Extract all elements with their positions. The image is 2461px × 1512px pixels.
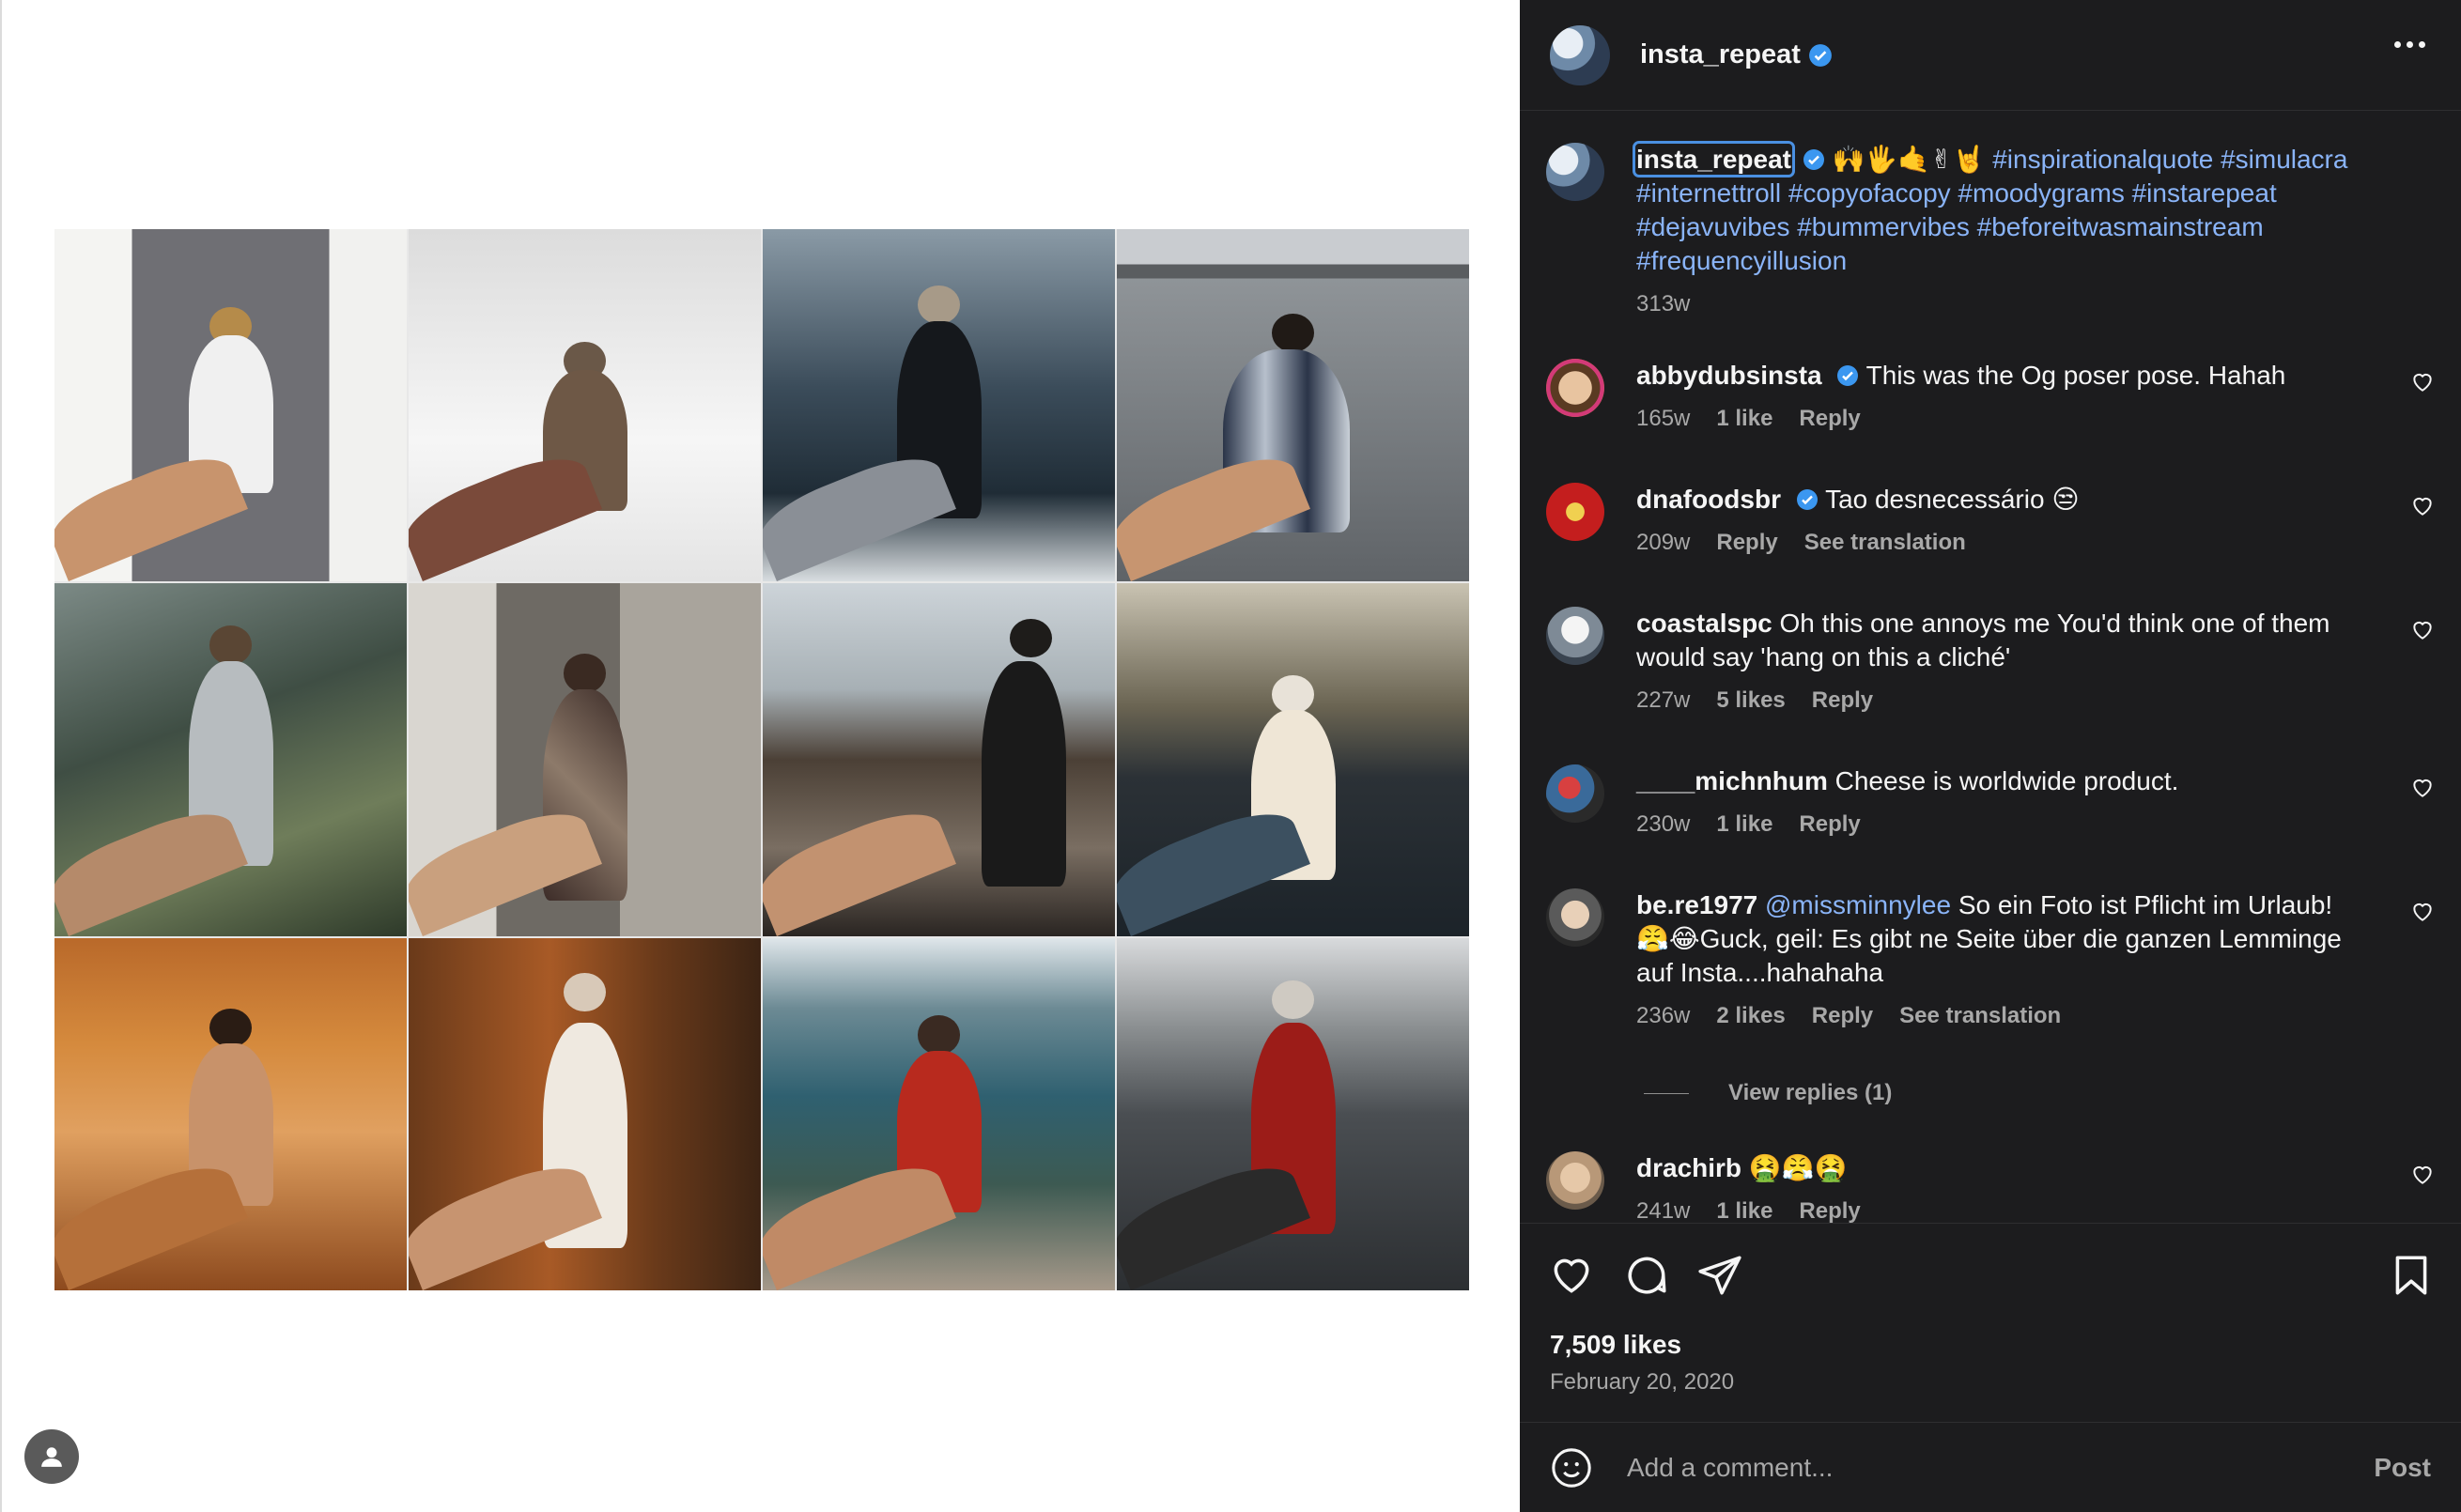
comment-time: 165w xyxy=(1636,406,1691,431)
author-avatar[interactable] xyxy=(1546,143,1604,201)
photo-tile xyxy=(409,937,761,1290)
photo-tile xyxy=(763,229,1115,582)
photo-tile xyxy=(763,937,1115,1290)
comment-likes[interactable]: 1 like xyxy=(1716,808,1772,841)
comment-username[interactable]: drachirb xyxy=(1636,1153,1741,1182)
heart-icon[interactable] xyxy=(2410,370,2435,394)
comment-time: 227w xyxy=(1636,687,1691,713)
caption-username[interactable]: insta_repeat xyxy=(1633,141,1795,177)
comment-username[interactable]: be.re1977 xyxy=(1636,890,1757,919)
user-icon xyxy=(41,1447,62,1467)
comment-icon[interactable] xyxy=(1623,1252,1670,1299)
heart-icon[interactable] xyxy=(2410,618,2435,642)
comment-input[interactable] xyxy=(1627,1452,2341,1483)
comments-list[interactable]: insta_repeat 🙌🖐🤙✌🤘 #inspirationalquote #… xyxy=(1520,133,2461,1223)
commenter-avatar[interactable] xyxy=(1546,483,1604,541)
photo-tile xyxy=(1117,937,1469,1290)
comment-text: Cheese is worldwide product. xyxy=(1834,766,2179,795)
verified-icon xyxy=(1796,489,1818,510)
heart-icon[interactable] xyxy=(2410,494,2435,518)
post-media-pane xyxy=(0,0,1520,1512)
post-viewer: insta_repeat insta_repeat 🙌🖐🤙✌🤘 #inspira… xyxy=(0,0,2461,1512)
reply-button[interactable]: Reply xyxy=(1799,402,1860,436)
commenter-avatar[interactable] xyxy=(1546,359,1604,417)
comment-item: dnafoodsbr Tao desnecessário 😒 209w Repl… xyxy=(1546,483,2442,560)
photo-tile xyxy=(54,229,407,582)
see-translation-button[interactable]: See translation xyxy=(1899,999,2061,1033)
photo-tile xyxy=(409,583,761,936)
verified-icon xyxy=(1803,149,1824,170)
view-replies-button[interactable]: View replies (1) xyxy=(1644,1080,1892,1106)
more-options-button[interactable] xyxy=(2394,41,2425,48)
heart-icon[interactable] xyxy=(2410,1163,2435,1187)
comment-item: abbydubsinsta This was the Og poser pose… xyxy=(1546,359,2442,436)
likes-count[interactable]: 7,509 likes xyxy=(1550,1330,1681,1360)
comment-username[interactable]: coastalspc xyxy=(1636,609,1772,638)
post-header: insta_repeat xyxy=(1520,0,2461,111)
comment-text: 🤮😤🤮 xyxy=(1748,1153,1848,1182)
caption-emojis: 🙌🖐🤙✌🤘 xyxy=(1832,145,1986,174)
commenter-avatar[interactable] xyxy=(1546,607,1604,665)
comment-likes[interactable]: 1 like xyxy=(1716,1195,1772,1223)
comment-item: coastalspc Oh this one annoys me You'd t… xyxy=(1546,607,2442,717)
caption-time: 313w xyxy=(1636,291,1691,316)
verified-icon xyxy=(1808,43,1832,67)
emoji-icon[interactable] xyxy=(1550,1446,1593,1489)
comment-username[interactable]: ____michnhum xyxy=(1636,766,1828,795)
photo-tile xyxy=(54,937,407,1290)
see-translation-button[interactable]: See translation xyxy=(1804,526,1966,560)
comment-item: be.re1977 @missminnylee So ein Foto ist … xyxy=(1546,888,2442,1033)
commenter-avatar[interactable] xyxy=(1546,1151,1604,1210)
heart-icon[interactable] xyxy=(2410,900,2435,924)
post-comment-button[interactable]: Post xyxy=(2374,1453,2431,1483)
post-image-collage[interactable] xyxy=(54,229,1469,1290)
action-bar xyxy=(1520,1223,2461,1295)
comment-item: ____michnhum Cheese is worldwide product… xyxy=(1546,764,2442,841)
comment-likes[interactable]: 1 like xyxy=(1716,402,1772,436)
share-icon[interactable] xyxy=(1696,1252,1743,1299)
comment-username[interactable]: abbydubsinsta xyxy=(1636,361,1822,390)
reply-button[interactable]: Reply xyxy=(1799,1195,1860,1223)
post-date: February 20, 2020 xyxy=(1550,1369,1735,1395)
comment-time: 230w xyxy=(1636,811,1691,837)
comment-time: 241w xyxy=(1636,1198,1691,1223)
comment-time: 209w xyxy=(1636,530,1691,555)
comment-text: Tao desnecessário 😒 xyxy=(1825,485,2080,514)
comment-likes[interactable]: 5 likes xyxy=(1716,684,1785,717)
photo-tile xyxy=(763,583,1115,936)
commenter-avatar[interactable] xyxy=(1546,764,1604,823)
photo-tile xyxy=(54,583,407,936)
photo-tile xyxy=(409,229,761,582)
post-sidebar: insta_repeat insta_repeat 🙌🖐🤙✌🤘 #inspira… xyxy=(1520,0,2461,1512)
comment-username[interactable]: dnafoodsbr xyxy=(1636,485,1781,514)
comment-item: drachirb 🤮😤🤮 241w 1 like Reply xyxy=(1546,1151,2442,1223)
photo-tile xyxy=(1117,583,1469,936)
tagged-user-button[interactable] xyxy=(24,1429,79,1484)
heart-icon[interactable] xyxy=(2410,776,2435,800)
reply-button[interactable]: Reply xyxy=(1716,526,1777,560)
photo-tile xyxy=(1117,229,1469,582)
reply-button[interactable]: Reply xyxy=(1799,808,1860,841)
comment-time: 236w xyxy=(1636,1003,1691,1028)
comment-mention[interactable]: @missminnylee xyxy=(1765,890,1951,919)
heart-icon[interactable] xyxy=(1548,1252,1595,1299)
reply-button[interactable]: Reply xyxy=(1812,684,1873,717)
verified-icon xyxy=(1837,365,1859,386)
author-username[interactable]: insta_repeat xyxy=(1640,39,1801,70)
reply-button[interactable]: Reply xyxy=(1812,999,1873,1033)
author-avatar[interactable] xyxy=(1550,24,1610,85)
view-replies-label: View replies (1) xyxy=(1728,1080,1893,1105)
commenter-avatar[interactable] xyxy=(1546,888,1604,947)
bookmark-icon[interactable] xyxy=(2388,1252,2435,1299)
comment-composer: Post xyxy=(1520,1422,2461,1512)
caption: insta_repeat 🙌🖐🤙✌🤘 #inspirationalquote #… xyxy=(1546,141,2442,321)
comment-likes[interactable]: 2 likes xyxy=(1716,999,1785,1033)
comment-text: This was the Og poser pose. Hahah xyxy=(1865,361,2286,390)
